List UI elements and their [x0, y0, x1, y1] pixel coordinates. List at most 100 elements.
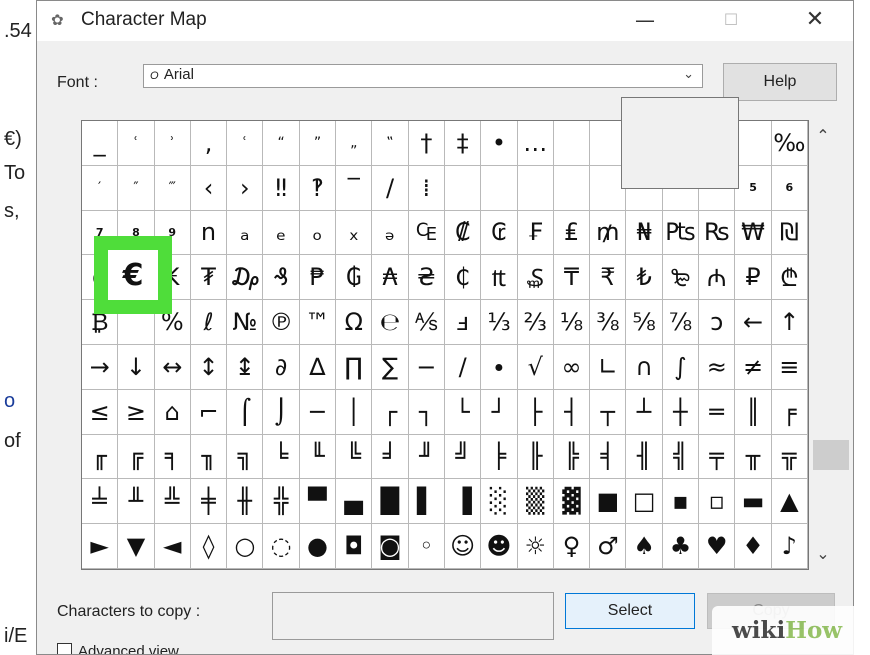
char-cell[interactable]: ₰ [263, 255, 300, 301]
char-cell[interactable]: ╢ [626, 434, 663, 480]
char-cell[interactable]: ∆ [299, 344, 337, 390]
char-cell[interactable]: ‹ [190, 165, 228, 211]
char-cell[interactable]: ‟ [372, 121, 409, 166]
char-cell[interactable]: ⌐ [190, 389, 228, 435]
char-cell[interactable]: • [481, 121, 518, 166]
char-cell[interactable]: ™ [299, 300, 337, 345]
char-cell[interactable]: ♥ [699, 524, 736, 569]
char-cell[interactable]: ╬ [263, 479, 300, 525]
char-cell[interactable]: ≠ [735, 344, 772, 390]
char-cell[interactable]: ∩ [626, 344, 663, 390]
char-cell[interactable]: ⌠ [227, 389, 264, 435]
char-cell[interactable]: ♠ [626, 524, 663, 569]
char-cell[interactable]: ⅓ [481, 300, 518, 345]
char-cell[interactable]: ╜ [408, 434, 445, 480]
char-cell[interactable]: ⌡ [263, 389, 300, 435]
char-cell[interactable]: ↨ [227, 344, 264, 390]
char-cell[interactable]: ┼ [662, 389, 700, 435]
char-cell[interactable]: ╨ [118, 479, 155, 525]
char-cell[interactable]: ₑ [263, 210, 300, 256]
char-cell[interactable]: ╘ [263, 434, 300, 480]
char-cell[interactable]: ℗ [263, 300, 300, 345]
char-cell[interactable]: ◌ [263, 524, 300, 569]
char-cell[interactable]: / [372, 165, 409, 211]
char-cell[interactable]: Ω [336, 300, 373, 345]
char-cell[interactable]: ▄ [336, 479, 373, 525]
char-cell[interactable]: ╩ [154, 479, 191, 525]
char-cell[interactable]: ▀ [299, 479, 337, 525]
char-cell[interactable]: ∙ [481, 344, 518, 390]
char-cell[interactable]: ╗ [227, 434, 264, 480]
char-cell[interactable]: ₸ [553, 255, 591, 301]
char-cell[interactable]: □ [626, 479, 663, 525]
char-cell[interactable]: ► [82, 524, 119, 569]
char-cell[interactable]: ‰ [771, 121, 808, 166]
char-cell[interactable]: ┌ [372, 389, 409, 435]
char-cell[interactable]: ╕ [154, 434, 191, 480]
char-cell[interactable]: ♦ [735, 524, 772, 569]
char-cell[interactable]: ∫ [662, 344, 700, 390]
char-cell[interactable]: ₠ [408, 210, 445, 256]
char-cell[interactable]: ⅛ [553, 300, 591, 345]
char-cell[interactable]: └ [444, 389, 482, 435]
char-cell[interactable]: ′ [82, 165, 119, 211]
char-cell[interactable]: − [408, 344, 445, 390]
char-cell[interactable]: ■ [590, 479, 627, 525]
selected-character-cell[interactable]: € [108, 250, 158, 300]
char-cell[interactable]: ☼ [517, 524, 554, 569]
char-cell[interactable]: ╟ [517, 434, 554, 480]
char-cell[interactable]: ╝ [444, 434, 482, 480]
char-cell[interactable] [481, 165, 518, 211]
char-cell[interactable]: ʿ [227, 121, 264, 166]
help-button[interactable]: Help [723, 63, 837, 101]
char-cell[interactable]: ⅔ [517, 300, 554, 345]
char-cell[interactable]: ┬ [590, 389, 627, 435]
char-cell[interactable]: ◄ [154, 524, 191, 569]
vertical-scrollbar[interactable]: ⌃ ⌄ [809, 120, 849, 570]
char-cell[interactable]: ╧ [82, 479, 119, 525]
char-cell[interactable]: ♣ [662, 524, 700, 569]
char-cell[interactable]: ╣ [662, 434, 700, 480]
char-cell[interactable]: ▌ [408, 479, 445, 525]
char-cell[interactable]: ─ [299, 389, 337, 435]
char-cell[interactable]: ├ [517, 389, 554, 435]
scroll-up-icon[interactable]: ⌃ [809, 126, 837, 145]
char-cell[interactable]: ⁞ [408, 165, 445, 211]
char-cell[interactable]: ₒ [299, 210, 337, 256]
char-cell[interactable]: ↓ [118, 344, 155, 390]
char-cell[interactable]: ₪ [771, 210, 808, 256]
char-cell[interactable]: ╔ [118, 434, 155, 480]
char-cell[interactable]: ╛ [372, 434, 409, 480]
char-cell[interactable]: ₓ [336, 210, 373, 256]
char-cell[interactable]: ● [299, 524, 337, 569]
advanced-view-checkbox[interactable]: Advanced view [57, 643, 179, 654]
char-cell[interactable]: ╓ [82, 434, 119, 480]
char-cell[interactable]: ╖ [190, 434, 228, 480]
maximize-button[interactable]: ☐ [711, 5, 751, 35]
char-cell[interactable]: ⅞ [662, 300, 700, 345]
char-cell[interactable]: ▬ [735, 479, 772, 525]
scroll-down-icon[interactable]: ⌄ [809, 544, 837, 563]
char-cell[interactable]: † [408, 121, 445, 166]
char-cell[interactable]: ₐ [227, 210, 264, 256]
char-cell[interactable]: ☺ [444, 524, 482, 569]
char-cell[interactable]: ┴ [626, 389, 663, 435]
char-cell[interactable]: ₲ [336, 255, 373, 301]
char-cell[interactable]: ∕ [444, 344, 482, 390]
char-cell[interactable]: ╙ [299, 434, 337, 480]
char-cell[interactable]: … [517, 121, 554, 166]
checkbox-icon[interactable] [57, 643, 72, 654]
char-cell[interactable]: ‾ [336, 165, 373, 211]
char-cell[interactable]: ₹ [590, 255, 627, 301]
char-cell[interactable]: › [227, 165, 264, 211]
font-dropdown[interactable]: O Arial ⌄ [143, 64, 703, 88]
minimize-button[interactable]: — [625, 5, 665, 35]
char-cell[interactable]: ∂ [263, 344, 300, 390]
char-cell[interactable]: ╡ [590, 434, 627, 480]
char-cell[interactable]: ⅝ [626, 300, 663, 345]
char-cell[interactable]: ╚ [336, 434, 373, 480]
char-cell[interactable]: n [190, 210, 228, 256]
char-cell[interactable]: ← [735, 300, 772, 345]
char-cell[interactable]: ₯ [227, 255, 264, 301]
char-cell[interactable] [735, 121, 772, 166]
